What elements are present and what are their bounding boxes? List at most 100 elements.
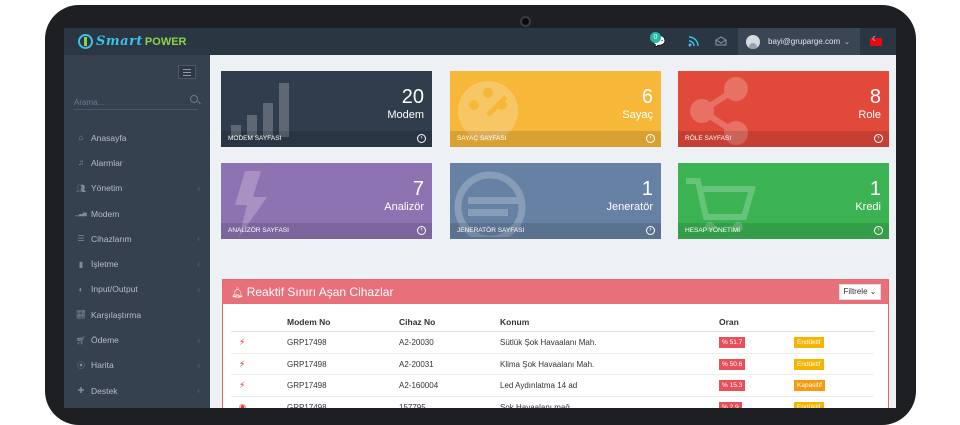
cell-modem: GRP17498 <box>287 359 327 369</box>
tile-sayac[interactable]: 6 Sayaç SAYAÇ SAYFASI › <box>450 71 661 147</box>
sidebar-item-9[interactable]: ⦿ Harita ‹ <box>64 353 210 378</box>
table-row[interactable]: ⚡︎ GRP17498 A2-160004 Led Aydınlatma 14 ad%… <box>231 375 874 397</box>
tile-link[interactable]: HESAP YÖNETİMİ <box>685 227 740 234</box>
table-header: Modem No Cihaz No Konum Oran <box>231 312 874 332</box>
user-menu[interactable]: bayi@gruparge.com ⌄ <box>738 28 860 55</box>
tile-analizor[interactable]: 7 Analizör ANALİZÖR SAYFASI › <box>221 163 432 239</box>
type-badge: Endüktif <box>794 358 824 370</box>
tile-label: Jeneratör <box>606 201 653 213</box>
search-icon[interactable] <box>190 95 198 103</box>
tile-footer[interactable]: JENERATÖR SAYFASI › <box>450 223 661 239</box>
webcam <box>520 16 531 27</box>
tile-role[interactable]: 8 Role RÖLE SAYFASI › <box>678 71 889 147</box>
tile-label: Modem <box>387 109 424 121</box>
filter-label: Filtrele <box>843 287 868 296</box>
chat-badge: 0 <box>650 32 661 43</box>
sidebar-item-0[interactable]: ⌂ Anasayfa <box>64 125 210 150</box>
database-icon: ☰ <box>77 234 85 244</box>
search-input[interactable] <box>74 94 184 111</box>
sidebar: ⌂ Anasayfa ♫ Alarmlar 👥︎ Yönetim ‹ ▁▃▅ Modem ☰ Cih… <box>64 55 210 408</box>
sidebar-item-label: Input/Output <box>91 284 138 295</box>
main-content: 20 Modem MODEM SAYFASI › 6 Sayaç SAYAÇ SAYFASI… <box>210 55 896 408</box>
brand-logo[interactable]: Smart POWER <box>78 32 186 51</box>
sidebar-item-label: Cihazlarım <box>91 233 132 244</box>
tile-count: 1 <box>641 178 653 200</box>
signal-icon: ▁▃▅ <box>75 210 87 217</box>
cell-modem: GRP17498 <box>287 402 327 409</box>
sidebar-item-2[interactable]: 👥︎ Yönetim ‹ <box>64 176 210 201</box>
chevron-left-icon: ‹ <box>197 183 200 193</box>
sidebar-item-5[interactable]: ▮ İşletme ‹ <box>64 251 210 276</box>
tile-modem[interactable]: 20 Modem MODEM SAYFASI › <box>221 71 432 147</box>
tile-count: 8 <box>869 86 881 108</box>
tile-link[interactable]: RÖLE SAYFASI <box>685 135 731 142</box>
sidebar-item-7[interactable]: 📈︎ Karşılaştırma <box>64 302 210 327</box>
avatar <box>746 34 760 49</box>
arrow-right-icon[interactable]: › <box>417 226 426 235</box>
sidebar-item-label: Ödeme <box>91 335 119 346</box>
tile-label: Sayaç <box>622 109 653 121</box>
column-header-location[interactable]: Konum <box>500 317 529 327</box>
sidebar-item-label: Harita <box>91 360 114 371</box>
rss-icon[interactable] <box>686 34 700 48</box>
menu-toggle-icon[interactable] <box>178 65 196 79</box>
sidebar-menu: ⌂ Anasayfa ♫ Alarmlar 👥︎ Yönetim ‹ ▁▃▅ Modem ☰ Cih… <box>64 125 210 403</box>
mail-icon[interactable] <box>714 34 728 48</box>
tile-count: 1 <box>869 178 881 200</box>
chevron-down-icon: ⌄ <box>844 38 851 46</box>
tile-count: 6 <box>641 86 653 108</box>
tile-footer[interactable]: MODEM SAYFASI › <box>221 131 432 147</box>
bell-icon: ♫ <box>78 158 84 168</box>
chevron-left-icon: ‹ <box>197 386 200 396</box>
column-header-modem[interactable]: Modem No <box>287 317 330 327</box>
tile-footer[interactable]: HESAP YÖNETİMİ › <box>678 223 889 239</box>
column-header-ratio[interactable]: Oran <box>719 317 739 327</box>
arrow-right-icon[interactable]: › <box>874 226 883 235</box>
sidebar-item-3[interactable]: ▁▃▅ Modem <box>64 201 210 226</box>
chevron-left-icon: ‹ <box>197 335 200 345</box>
toggle-icon: ◐ <box>78 284 84 294</box>
cell-device: A2-160004 <box>399 381 439 390</box>
type-badge: Kapasitif <box>794 380 825 391</box>
table-row[interactable]: ⚡︎ GRP17498 A2-20030 Sütlük Şok Havaalanı M… <box>231 332 874 354</box>
chevron-left-icon: ‹ <box>197 284 200 294</box>
column-header-device[interactable]: Cihaz No <box>399 317 435 327</box>
tile-link[interactable]: MODEM SAYFASI <box>228 135 281 142</box>
sidebar-item-8[interactable]: 🛒︎ Ödeme ‹ <box>64 327 210 352</box>
chart-icon: 📈︎ <box>75 310 87 320</box>
cell-device: A2-20031 <box>399 359 434 369</box>
tile-link[interactable]: ANALİZÖR SAYFASI <box>228 227 289 234</box>
flag-tr-icon[interactable] <box>870 35 882 46</box>
sidebar-item-10[interactable]: ✚ Destek ‹ <box>64 378 210 403</box>
sidebar-item-label: Destek <box>91 385 118 396</box>
sidebar-item-1[interactable]: ♫ Alarmlar <box>64 150 210 175</box>
sidebar-item-4[interactable]: ☰ Cihazlarım ‹ <box>64 226 210 251</box>
tile-kredi[interactable]: 1 Kredi HESAP YÖNETİMİ › <box>678 163 889 239</box>
top-bar: Smart POWER 💬 0 bayi@gruparge.com ⌄ <box>64 28 896 55</box>
tile-footer[interactable]: SAYAÇ SAYFASI › <box>450 131 661 147</box>
tile-footer[interactable]: ANALİZÖR SAYFASI › <box>221 223 432 239</box>
table-row[interactable]: ◉ GRP17498 157795 Şok Havaalanı mağ. % 2.9 En… <box>231 397 874 409</box>
table-row[interactable]: ⚡︎ GRP17498 A2-20031 Klima Şok Havaalanı Ma… <box>231 354 874 375</box>
tile-link[interactable]: JENERATÖR SAYFASI <box>457 227 524 234</box>
tile-label: Analizör <box>384 201 424 213</box>
tile-jenerator[interactable]: 1 Jeneratör JENERATÖR SAYFASI › <box>450 163 661 239</box>
arrow-right-icon[interactable]: › <box>646 226 655 235</box>
logo-text-smart: Smart <box>96 34 143 49</box>
arrow-right-icon[interactable]: › <box>874 134 883 143</box>
ratio-badge: % 51.7 <box>719 337 746 348</box>
cart-icon: 🛒︎ <box>75 335 87 345</box>
reactive-alarm-panel: 🔔︎ Reaktif Sınırı Aşan Cihazlar Filtrele … <box>222 279 889 408</box>
arrow-right-icon[interactable]: › <box>646 134 655 143</box>
cell-location: Şok Havaalanı mağ. <box>500 402 573 409</box>
filter-button[interactable]: Filtrele ⌄ <box>839 284 881 300</box>
arrow-right-icon[interactable]: › <box>417 134 426 143</box>
panel-title: 🔔︎ Reaktif Sınırı Aşan Cihazlar <box>231 285 393 299</box>
tile-footer[interactable]: RÖLE SAYFASI › <box>678 131 889 147</box>
tile-label: Kredi <box>855 201 881 213</box>
cell-modem: GRP17498 <box>287 381 327 390</box>
ratio-badge: % 15.3 <box>719 380 746 391</box>
wifi-icon: ◉ <box>239 401 246 409</box>
tile-link[interactable]: SAYAÇ SAYFASI <box>457 135 507 142</box>
sidebar-item-6[interactable]: ◐ Input/Output ‹ <box>64 277 210 302</box>
